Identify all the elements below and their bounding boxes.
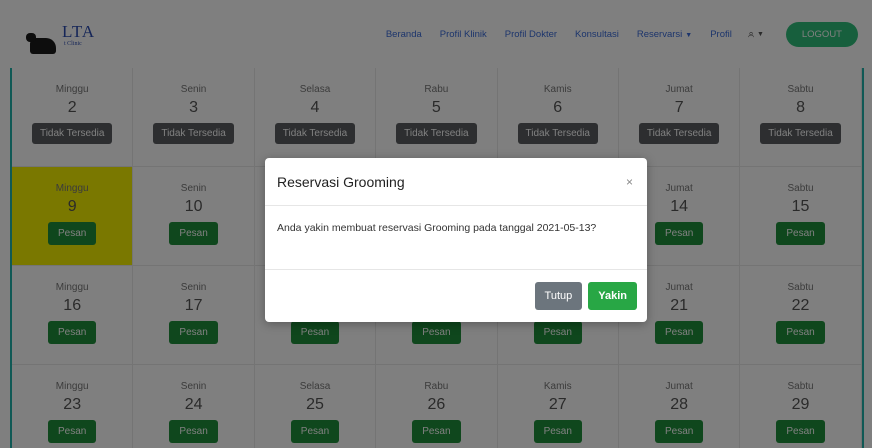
modal-body: Anda yakin membuat reservasi Grooming pa… <box>265 206 647 270</box>
modal-message: Anda yakin membuat reservasi Grooming pa… <box>277 222 597 234</box>
close-icon[interactable]: × <box>626 175 633 189</box>
modal-header: Reservasi Grooming × <box>265 158 647 206</box>
reservation-modal: Reservasi Grooming × Anda yakin membuat … <box>265 158 647 322</box>
modal-footer: Tutup Yakin <box>265 270 647 322</box>
modal-title: Reservasi Grooming <box>277 173 405 190</box>
tutup-button[interactable]: Tutup <box>534 282 583 310</box>
yakin-button[interactable]: Yakin <box>588 282 637 310</box>
